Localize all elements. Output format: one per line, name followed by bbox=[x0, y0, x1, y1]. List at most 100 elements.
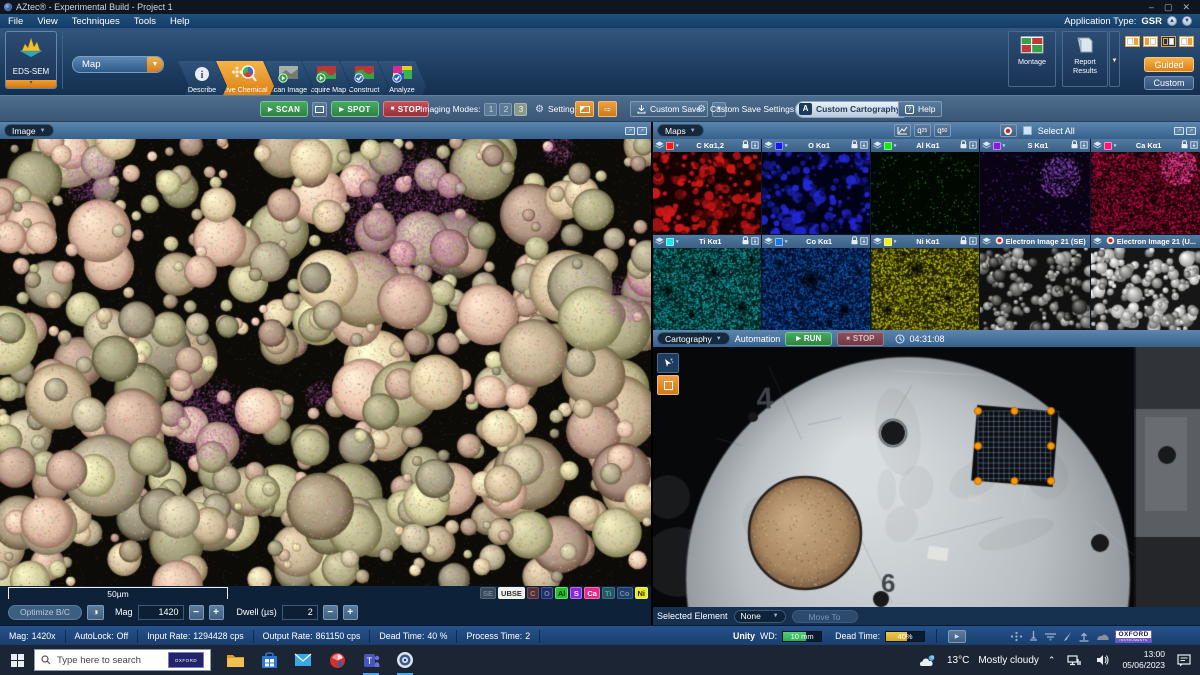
reduced-area-icon[interactable] bbox=[312, 102, 327, 117]
microscope-control-icon[interactable]: ▶ bbox=[948, 630, 966, 643]
map-color-chip[interactable] bbox=[775, 238, 783, 246]
lock-icon[interactable] bbox=[742, 140, 749, 151]
map-canvas[interactable] bbox=[871, 248, 979, 330]
start-button[interactable] bbox=[0, 645, 34, 675]
map-canvas[interactable] bbox=[762, 152, 870, 234]
layers-icon[interactable] bbox=[655, 237, 664, 247]
menu-item-help[interactable]: Help bbox=[170, 16, 190, 27]
map-color-chip[interactable] bbox=[884, 238, 892, 246]
layout-toggle-4-icon[interactable] bbox=[1179, 36, 1194, 47]
close-icon[interactable]: ✕ bbox=[1182, 2, 1190, 13]
map-color-chip[interactable] bbox=[1104, 142, 1112, 150]
custom-button[interactable]: Custom bbox=[1144, 76, 1194, 90]
network-icon[interactable] bbox=[1064, 650, 1084, 670]
lock-icon[interactable] bbox=[851, 140, 858, 151]
undock-panel-icon[interactable]: ↗ bbox=[1174, 127, 1184, 135]
app-type-down-button[interactable]: ▼ bbox=[1182, 16, 1192, 26]
map-color-chip[interactable] bbox=[884, 142, 892, 150]
menu-item-file[interactable]: File bbox=[8, 16, 23, 27]
layer-chip-se[interactable]: SE bbox=[480, 587, 496, 599]
report-results-dropdown[interactable]: ▼ bbox=[1109, 31, 1120, 87]
layer-chip-ti[interactable]: Ti bbox=[602, 587, 615, 599]
imaging-mode-1-button[interactable]: 1 bbox=[484, 103, 497, 116]
map-tile-c-k-1-2[interactable]: ▾C Kα1,2 bbox=[653, 139, 761, 234]
custom-cartography-toggle[interactable]: A Custom Cartography bbox=[795, 101, 910, 118]
map-canvas[interactable] bbox=[1091, 152, 1200, 234]
mail-icon[interactable] bbox=[293, 650, 313, 670]
aztec-taskbar-icon[interactable] bbox=[395, 650, 415, 670]
beam-icon[interactable] bbox=[1062, 631, 1073, 642]
pointer-tool-button[interactable] bbox=[657, 353, 679, 373]
select-all-checkbox[interactable] bbox=[1023, 126, 1032, 135]
map-tile-ca-k-1[interactable]: ▾Ca Kα1 bbox=[1091, 139, 1200, 234]
map-canvas[interactable] bbox=[980, 152, 1090, 234]
mag-increase-button[interactable]: + bbox=[209, 605, 224, 620]
lock-icon[interactable] bbox=[960, 140, 967, 151]
report-results-button[interactable]: Report Results bbox=[1062, 31, 1108, 87]
map-color-chip[interactable] bbox=[993, 142, 1001, 150]
export-icon[interactable] bbox=[751, 237, 759, 247]
export-icon[interactable] bbox=[751, 141, 759, 151]
stage-dots-icon[interactable] bbox=[1010, 631, 1023, 642]
mag-decrease-button[interactable]: − bbox=[189, 605, 204, 620]
map-tile-electron-image-21-u-[interactable]: Electron Image 21 (U... bbox=[1091, 235, 1200, 330]
quant-50-button[interactable]: q50 bbox=[934, 124, 951, 137]
image-panel-selector[interactable]: Image▼ bbox=[4, 124, 54, 137]
stage-camera-view[interactable] bbox=[653, 347, 1200, 607]
teams-icon[interactable]: T bbox=[361, 650, 381, 670]
layout-toggle-3-icon[interactable] bbox=[1161, 36, 1176, 47]
export-icon[interactable] bbox=[860, 237, 868, 247]
dwell-increase-button[interactable]: + bbox=[343, 605, 358, 620]
mode-dropdown[interactable]: Map ▼ bbox=[72, 56, 164, 73]
menu-item-techniques[interactable]: Techniques bbox=[72, 16, 120, 27]
montage-button[interactable]: Montage bbox=[1008, 31, 1056, 87]
map-canvas[interactable] bbox=[762, 248, 870, 330]
sem-image-canvas[interactable] bbox=[0, 139, 651, 586]
search-highlight-badge[interactable]: OXFORD bbox=[168, 652, 204, 668]
map-tile-o-k-1[interactable]: ▾O Kα1 bbox=[762, 139, 870, 234]
map-tile-s-k-1[interactable]: ▾S Kα1 bbox=[980, 139, 1090, 234]
map-tile-co-k-1[interactable]: ▾Co Kα1 bbox=[762, 235, 870, 330]
specimen-exchange-icon[interactable] bbox=[1078, 631, 1090, 642]
export-image-icon[interactable]: ⇨ bbox=[598, 101, 617, 117]
maximize-icon[interactable]: ▢ bbox=[1164, 2, 1173, 13]
run-button[interactable]: ▶RUN bbox=[785, 332, 832, 346]
eds-sem-button[interactable]: EDS-SEM ▾ bbox=[5, 31, 57, 89]
mag-input[interactable]: 1420 bbox=[138, 605, 184, 620]
snapshot-icon[interactable] bbox=[575, 101, 594, 117]
layers-icon[interactable] bbox=[1093, 141, 1102, 151]
layers-icon[interactable] bbox=[873, 237, 882, 247]
optimize-bc-button[interactable]: Optimize B/C bbox=[8, 605, 82, 620]
undock-panel-icon[interactable]: ↗ bbox=[625, 127, 635, 135]
dwell-input[interactable]: 2 bbox=[282, 605, 318, 620]
layer-chip-ca[interactable]: Ca bbox=[584, 587, 600, 599]
export-icon[interactable] bbox=[969, 141, 977, 151]
weather-desc[interactable]: Mostly cloudy bbox=[978, 655, 1039, 666]
file-explorer-icon[interactable] bbox=[225, 650, 245, 670]
sem-live-image[interactable] bbox=[0, 139, 651, 586]
map-tile-electron-image-21-se-[interactable]: Electron Image 21 (SE) bbox=[980, 235, 1090, 330]
menu-item-view[interactable]: View bbox=[37, 16, 57, 27]
guided-button[interactable]: Guided bbox=[1144, 57, 1194, 72]
layers-icon[interactable] bbox=[655, 141, 664, 151]
tray-chevron-icon[interactable]: ⌃ bbox=[1048, 655, 1056, 666]
taskbar-clock[interactable]: 13:00 05/06/2023 bbox=[1122, 649, 1165, 670]
map-color-chip[interactable] bbox=[775, 142, 783, 150]
selected-element-dropdown[interactable]: None ▼ bbox=[734, 610, 786, 623]
red-app-icon[interactable] bbox=[327, 650, 347, 670]
layers-icon[interactable] bbox=[764, 141, 773, 151]
export-icon[interactable] bbox=[860, 141, 868, 151]
quant-25-button[interactable]: q25 bbox=[914, 124, 931, 137]
layout-toggle-2-icon[interactable] bbox=[1143, 36, 1158, 47]
map-canvas[interactable] bbox=[871, 152, 979, 234]
layer-chip-c[interactable]: C bbox=[527, 587, 539, 599]
minimize-icon[interactable]: – bbox=[1149, 2, 1154, 13]
layers-icon[interactable] bbox=[982, 141, 991, 151]
eds-sem-expander[interactable]: ▾ bbox=[6, 80, 56, 88]
cartography-panel-selector[interactable]: Cartography▼ bbox=[657, 332, 730, 345]
lock-icon[interactable] bbox=[1181, 140, 1188, 151]
region-tool-button[interactable] bbox=[657, 375, 679, 395]
microsoft-store-icon[interactable] bbox=[259, 650, 279, 670]
maximize-panel-icon[interactable]: ↗ bbox=[1186, 127, 1196, 135]
maximize-panel-icon[interactable]: ↗ bbox=[637, 127, 647, 135]
